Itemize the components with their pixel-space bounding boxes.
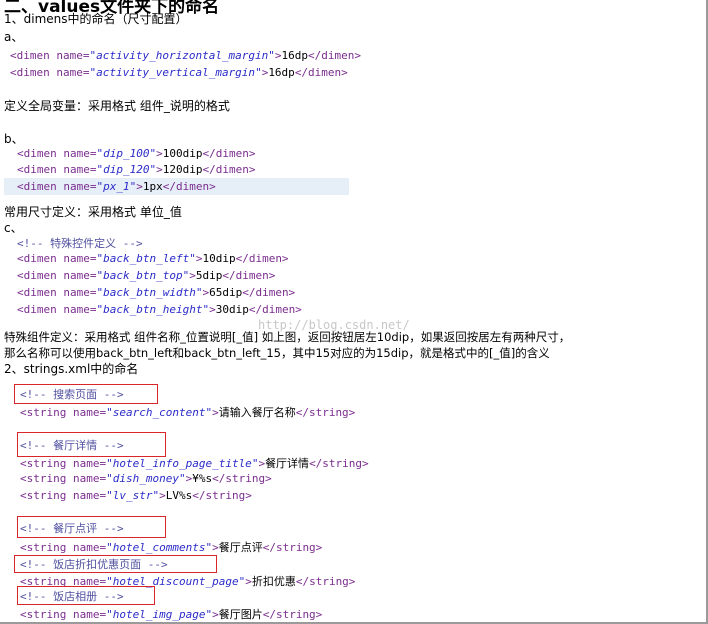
special-def-text-1: 特殊组件定义：采用格式 组件名称_位置说明[_值] 如上图，返回按钮居左10di…	[4, 330, 571, 344]
dimen-line: <dimen name="dip_120">120dip</dimen>	[17, 163, 256, 176]
xml-comment: <!-- 餐厅点评 -->	[20, 522, 124, 535]
global-def-text: 定义全局变量：采用格式 组件_说明的格式	[4, 99, 230, 113]
dimen-line: <dimen name="dip_100">100dip</dimen>	[17, 147, 256, 160]
dimen-line: <dimen name="activity_horizontal_margin"…	[10, 49, 362, 62]
xml-comment: <!-- 餐厅详情 -->	[20, 439, 124, 452]
string-line: <string name="dish_money">¥%s</string>	[20, 472, 272, 485]
xml-comment: <!-- 搜索页面 -->	[20, 388, 124, 401]
dimen-line: <dimen name="back_btn_width">65dip</dime…	[17, 286, 296, 299]
string-line: <string name="lv_str">LV%s</string>	[20, 489, 252, 502]
dimen-line: <dimen name="back_btn_top">5dip</dimen>	[17, 269, 276, 282]
string-line: <string name="hotel_comments">餐厅点评</stri…	[20, 541, 323, 554]
xml-comment: <!-- 饭店折扣优惠页面 -->	[20, 558, 168, 571]
dimen-line: <dimen name="px_1">1px</dimen>	[17, 180, 216, 193]
string-line: <string name="hotel_img_page">餐厅图片</stri…	[20, 608, 323, 621]
strings-heading: 2、strings.xml中的命名	[4, 362, 139, 376]
string-line: <string name="hotel_info_page_title">餐厅详…	[20, 457, 369, 470]
document-page: 二、values文件夹下的命名 1、dimens中的命名（尺寸配置） a、 <d…	[0, 0, 708, 624]
common-def-text: 常用尺寸定义：采用格式 单位_值	[4, 205, 182, 219]
xml-comment: <!-- 饭店相册 -->	[20, 590, 124, 603]
dimen-line: <dimen name="back_btn_height">30dip</dim…	[17, 303, 302, 316]
b-label: b、	[4, 132, 24, 146]
string-line: <string name="search_content">请输入餐厅名称</s…	[20, 406, 356, 419]
dimens-heading: 1、dimens中的命名（尺寸配置）	[4, 12, 188, 26]
dimen-line: <dimen name="back_btn_left">10dip</dimen…	[17, 252, 289, 265]
special-def-text-2: 那么名称可以使用back_btn_left和back_btn_left_15，其…	[4, 346, 550, 360]
xml-comment: <!-- 特殊控件定义 -->	[17, 237, 143, 250]
a-label: a、	[4, 30, 24, 44]
dimen-line: <dimen name="activity_vertical_margin">1…	[10, 66, 348, 79]
c-label: c、	[4, 221, 23, 235]
